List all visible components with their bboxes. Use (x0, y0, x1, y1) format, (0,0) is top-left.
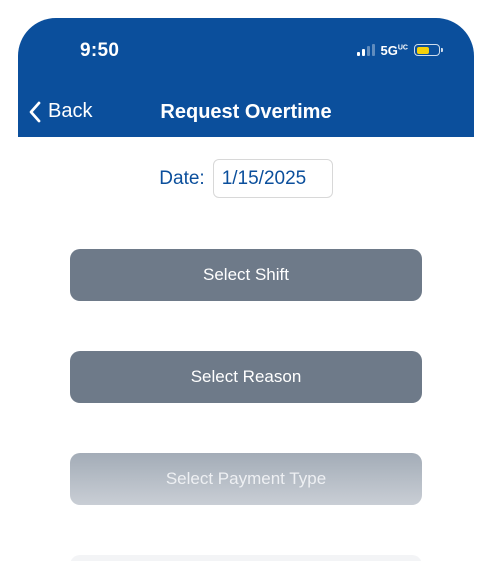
network-label: 5GUC (380, 42, 408, 58)
page-title: Request Overtime (160, 101, 332, 123)
date-input[interactable] (212, 159, 333, 198)
phone-screen: 9:50 5GUC Back Request Overtime Date: Se… (18, 18, 474, 561)
select-payment-type-button[interactable]: Select Payment Type (70, 453, 422, 505)
select-shift-button[interactable]: Select Shift (70, 249, 422, 301)
signal-icon (356, 44, 375, 56)
date-label: Date: (159, 167, 205, 189)
status-indicators: 5GUC (356, 42, 443, 58)
status-time: 9:50 (80, 40, 120, 61)
battery-icon (414, 44, 443, 56)
date-row: Date: (18, 159, 474, 198)
select-reason-button[interactable]: Select Reason (70, 351, 422, 403)
next-button-partial (70, 555, 422, 561)
nav-header: 9:50 5GUC Back Request Overtime (18, 18, 474, 137)
